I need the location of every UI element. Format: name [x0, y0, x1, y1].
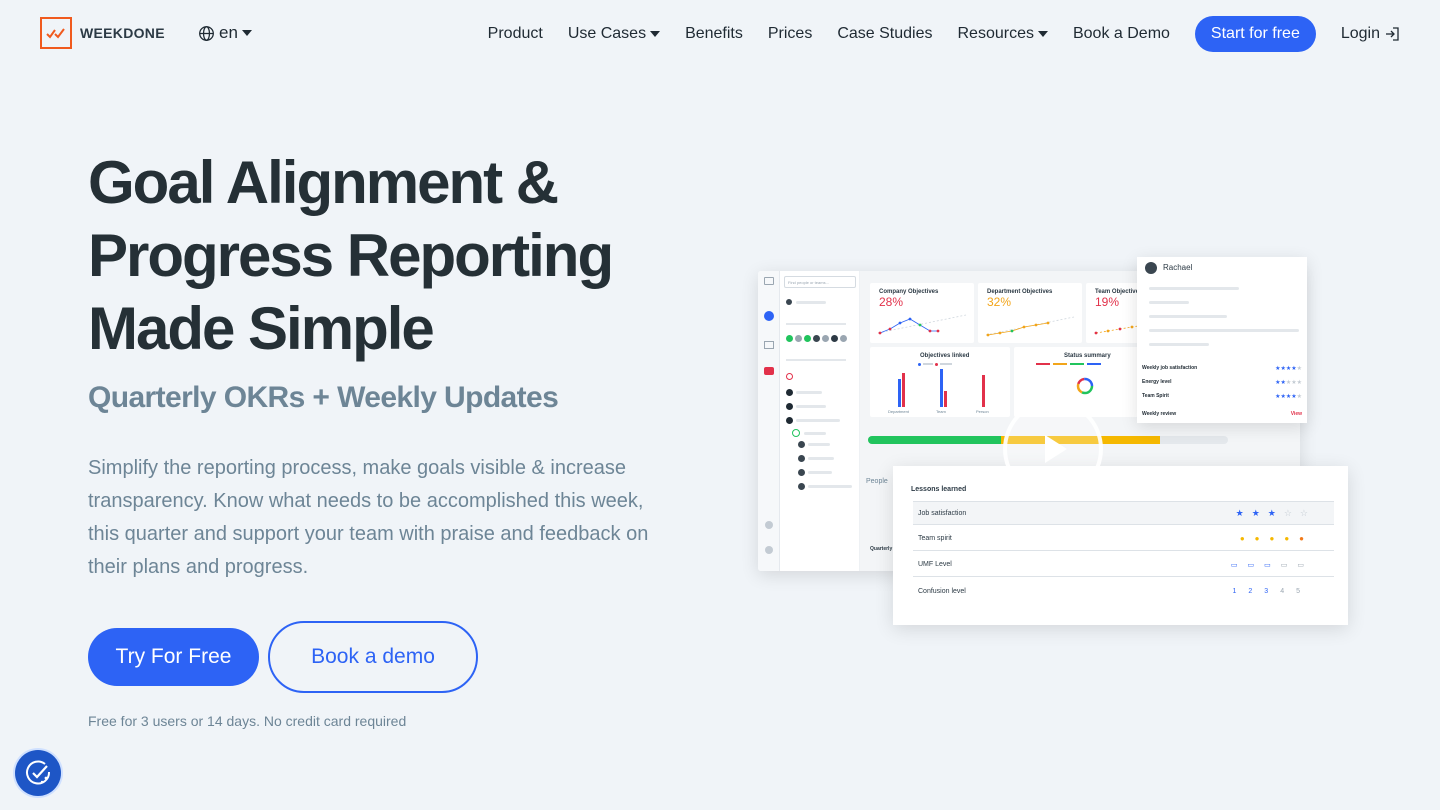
quarterly-label: Quarterly: [870, 546, 893, 552]
objectives-linked-card: Objectives linked Department Team Person: [870, 347, 1010, 417]
language-selector[interactable]: en: [198, 23, 252, 43]
cookie-consent-button[interactable]: [15, 750, 61, 796]
profile-name: Rachael: [1163, 263, 1193, 272]
nav-benefits-label: Benefits: [685, 25, 743, 42]
view-link[interactable]: View: [1291, 411, 1302, 417]
nav-product[interactable]: Product: [488, 25, 543, 43]
people-search-input[interactable]: Find people or teams...: [784, 276, 856, 288]
people-list: Find people or teams...: [780, 271, 860, 571]
objective-pct: 28%: [879, 295, 904, 309]
video-play-button[interactable]: [1003, 399, 1103, 499]
profile-row: Team Spirit ★★★★★: [1142, 393, 1302, 400]
nav-prices-label: Prices: [767, 25, 813, 42]
chevron-down-icon: [1037, 31, 1048, 37]
hero-description: Simplify the reporting process, make goa…: [88, 457, 649, 578]
progress-green: [868, 436, 1002, 444]
lessons-row-label: Team spirit: [918, 535, 952, 542]
objective-pct: 32%: [987, 295, 1012, 309]
chevron-down-icon: [650, 31, 661, 37]
lessons-row: Team spirit ●●●●●: [913, 527, 1334, 551]
star-icons: ★★★☆☆: [1235, 507, 1316, 518]
lessons-row: Confusion level 12345: [913, 579, 1334, 603]
objective-card-department: Department Objectives 32%: [978, 283, 1082, 343]
main-menu: Product Use Cases Benefits Prices Case S…: [463, 16, 1400, 52]
star-rating-icon: ★★★★★: [1275, 394, 1302, 400]
nav-prices[interactable]: Prices: [768, 25, 812, 43]
lessons-row-label: Job satisfaction: [918, 509, 967, 517]
objective-card-company: Company Objectives 28%: [870, 283, 974, 343]
try-for-free-button[interactable]: Try For Free: [88, 628, 259, 686]
profile-row-label: Team Spirit: [1142, 393, 1169, 399]
free-trial-note: Free for 3 users or 14 days. No credit c…: [88, 713, 407, 729]
cookie-check-icon: [26, 760, 51, 785]
product-mockup[interactable]: Find people or teams... Company Objectiv…: [758, 257, 1350, 627]
weekdone-logo[interactable]: WEEKDONE: [40, 17, 165, 49]
start-for-free-button[interactable]: Start for free: [1194, 16, 1316, 52]
nav-book-demo-label: Book a Demo: [1072, 25, 1170, 42]
lessons-row-label: Confusion level: [918, 587, 966, 595]
nav-resources-label: Resources: [957, 25, 1034, 42]
logo-text: WEEKDONE: [80, 25, 165, 41]
login-link[interactable]: Login: [1341, 25, 1400, 43]
nav-benefits[interactable]: Benefits: [685, 25, 743, 43]
star-rating-icon: ★★★★★: [1275, 380, 1302, 386]
chevron-down-icon: [241, 30, 252, 36]
lessons-learned-card: Lessons learned Job satisfaction ★★★☆☆ Te…: [893, 466, 1348, 625]
hero-subtitle: Quarterly OKRs + Weekly Updates: [88, 381, 559, 414]
globe-icon: [199, 25, 214, 41]
nav-use-cases-label: Use Cases: [567, 25, 647, 42]
profile-card: Rachael Weekly job satisfaction ★★★★★ Ene…: [1137, 257, 1307, 423]
profile-row: Energy level ★★★★★: [1142, 379, 1302, 386]
hero-title: Goal Alignment & Progress Reporting Made…: [88, 149, 614, 362]
star-rating-icon: ★★★★★: [1275, 366, 1302, 372]
lessons-row-label: UMF Level: [918, 561, 952, 568]
profile-row: Weekly job satisfaction ★★★★★: [1142, 365, 1302, 372]
lessons-row: Job satisfaction ★★★☆☆: [913, 501, 1334, 525]
review-label: Weekly review: [1142, 411, 1177, 417]
lessons-row: UMF Level ▭▭▭▭▭: [913, 553, 1334, 577]
login-label: Login: [1340, 25, 1380, 42]
profile-row-label: Weekly job satisfaction: [1142, 365, 1198, 371]
logo-check-icon: [40, 17, 72, 49]
emoji-icons: ●●●●●: [1239, 534, 1314, 543]
nav-product-label: Product: [487, 25, 543, 42]
battery-icons: ▭▭▭▭▭: [1230, 561, 1314, 569]
nav-use-cases[interactable]: Use Cases: [567, 25, 661, 43]
lessons-title: Lessons learned: [911, 486, 967, 493]
play-icon: [1045, 435, 1067, 463]
bar-label: Team: [936, 409, 946, 414]
status-title: Status summary: [1064, 353, 1111, 359]
profile-review-row: Weekly review View: [1142, 411, 1302, 417]
nav-case-studies[interactable]: Case Studies: [837, 25, 932, 43]
app-rail: [758, 271, 780, 571]
people-label: People: [866, 478, 888, 485]
book-demo-button[interactable]: Book a demo: [268, 621, 478, 693]
nav-book-demo[interactable]: Book a Demo: [1073, 25, 1170, 43]
login-arrow-icon: [1386, 27, 1399, 41]
bar-label: Person: [976, 409, 989, 414]
avatar: [1145, 262, 1157, 274]
objective-pct: 19%: [1095, 295, 1120, 309]
nav-resources[interactable]: Resources: [958, 25, 1048, 43]
bar-label: Department: [888, 409, 909, 414]
language-label: en: [219, 23, 238, 42]
top-nav: WEEKDONE en Product Use Cases Benefits P…: [0, 0, 1440, 66]
number-scale: 12345: [1232, 587, 1312, 595]
nav-case-studies-label: Case Studies: [837, 25, 933, 42]
profile-row-label: Energy level: [1142, 379, 1172, 385]
linked-title: Objectives linked: [920, 353, 970, 359]
